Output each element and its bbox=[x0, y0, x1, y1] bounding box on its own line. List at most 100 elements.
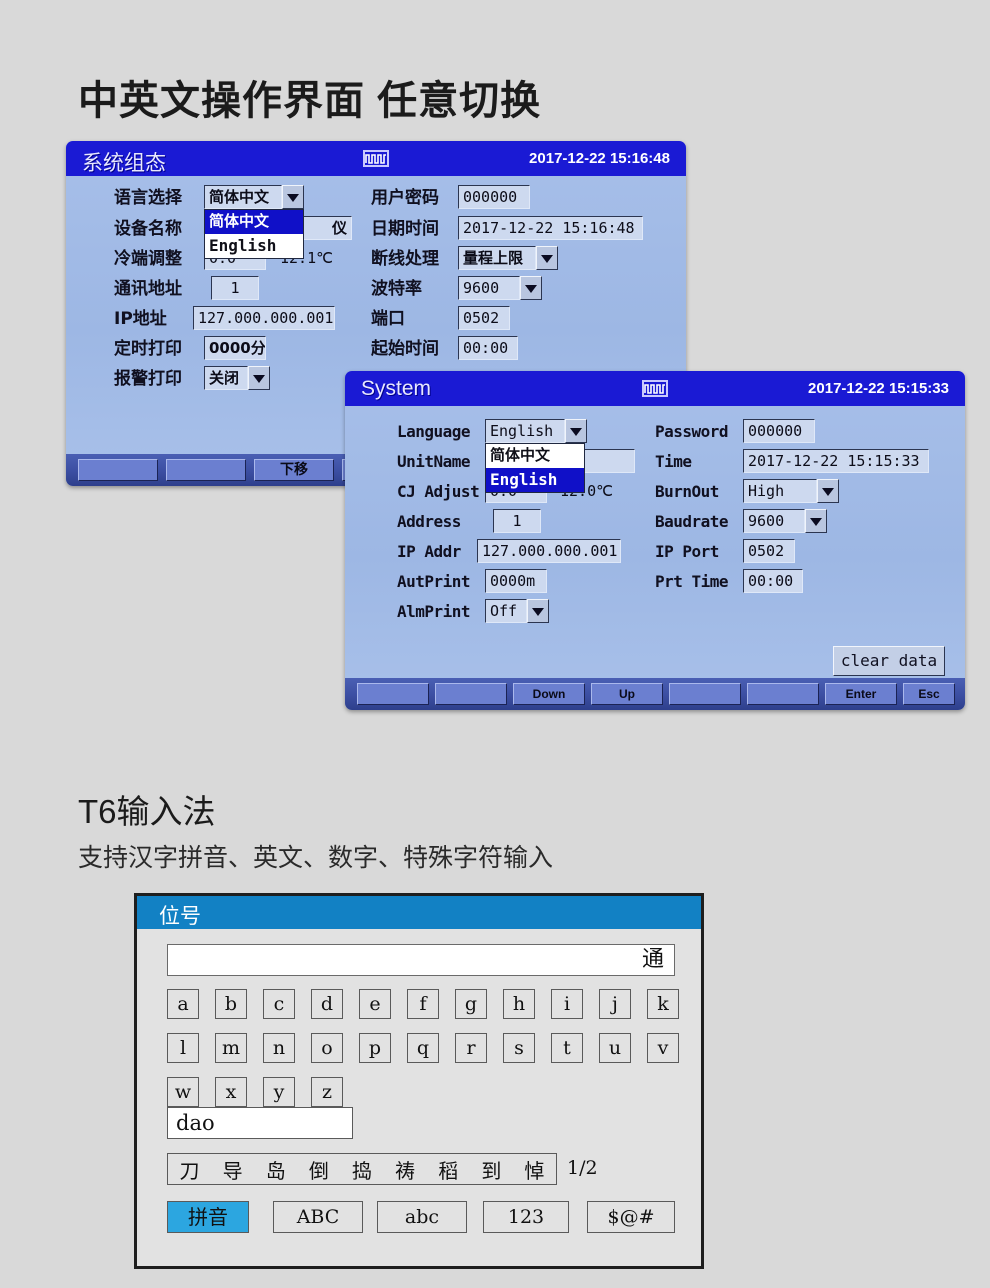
candidate-item[interactable]: 刀 bbox=[178, 1155, 202, 1184]
candidate-item[interactable]: 导 bbox=[221, 1155, 245, 1184]
combo-alarm-print-value: Off bbox=[485, 599, 527, 623]
softkey-blank-1[interactable] bbox=[357, 683, 429, 705]
key-e[interactable]: e bbox=[359, 989, 391, 1019]
softkey-blank-2[interactable] bbox=[166, 459, 246, 481]
label-print-time: Prt Time bbox=[655, 572, 729, 591]
key-c[interactable]: c bbox=[263, 989, 295, 1019]
field-password[interactable]: 000000 bbox=[743, 419, 815, 443]
ime-window: 位号 通 a b c d e f g h i j k l m n o p q r… bbox=[134, 893, 704, 1269]
dropdown-option[interactable]: 简体中文 bbox=[205, 210, 303, 234]
key-d[interactable]: d bbox=[311, 989, 343, 1019]
candidate-item[interactable]: 到 bbox=[479, 1155, 503, 1184]
combo-language-english[interactable]: English bbox=[485, 419, 587, 443]
chevron-down-icon[interactable] bbox=[527, 599, 549, 623]
field-address[interactable]: 1 bbox=[493, 509, 541, 533]
field-password[interactable]: 000000 bbox=[458, 185, 530, 209]
key-u[interactable]: u bbox=[599, 1033, 631, 1063]
combo-baudrate[interactable]: 9600 bbox=[458, 276, 542, 300]
field-ip-address[interactable]: 127.000.000.001 bbox=[193, 306, 335, 330]
candidate-item[interactable]: 倒 bbox=[307, 1155, 331, 1184]
combo-burnout[interactable]: High bbox=[743, 479, 839, 503]
combo-alarm-print[interactable]: Off bbox=[485, 599, 549, 623]
combo-language-chinese[interactable]: 简体中文 bbox=[204, 185, 304, 209]
field-datetime[interactable]: 2017-12-22 15:16:48 bbox=[458, 216, 643, 240]
dropdown-language-options-english[interactable]: 简体中文 English bbox=[485, 443, 585, 493]
clear-data-button[interactable]: clear data bbox=[833, 646, 945, 676]
mode-symbol-button[interactable]: $@# bbox=[587, 1201, 675, 1233]
field-address[interactable]: 1 bbox=[211, 276, 259, 300]
chevron-down-icon[interactable] bbox=[805, 509, 827, 533]
key-b[interactable]: b bbox=[215, 989, 247, 1019]
chevron-down-icon[interactable] bbox=[565, 419, 587, 443]
candidate-item[interactable]: 悼 bbox=[522, 1155, 546, 1184]
waveform-icon bbox=[363, 150, 389, 167]
field-auto-print[interactable]: 0000分 bbox=[204, 336, 266, 360]
mode-abc-lower-button[interactable]: abc bbox=[377, 1201, 467, 1233]
key-f[interactable]: f bbox=[407, 989, 439, 1019]
ime-display-field[interactable]: 通 bbox=[167, 944, 675, 976]
chevron-down-icon[interactable] bbox=[817, 479, 839, 503]
candidate-item[interactable]: 捣 bbox=[350, 1155, 374, 1184]
field-ip-port[interactable]: 0502 bbox=[743, 539, 795, 563]
softkey-esc[interactable]: Esc bbox=[903, 683, 955, 705]
mode-pinyin-button[interactable]: 拼音 bbox=[167, 1201, 249, 1233]
key-p[interactable]: p bbox=[359, 1033, 391, 1063]
label-language: Language bbox=[397, 422, 471, 441]
chevron-down-icon[interactable] bbox=[536, 246, 558, 270]
key-l[interactable]: l bbox=[167, 1033, 199, 1063]
key-j[interactable]: j bbox=[599, 989, 631, 1019]
chevron-down-icon[interactable] bbox=[282, 185, 304, 209]
combo-baudrate[interactable]: 9600 bbox=[743, 509, 827, 533]
dropdown-option[interactable]: English bbox=[486, 468, 584, 492]
field-ip-port[interactable]: 0502 bbox=[458, 306, 510, 330]
titlebar-clock: 2017-12-22 15:16:48 bbox=[529, 150, 670, 167]
key-v[interactable]: v bbox=[647, 1033, 679, 1063]
softkey-down[interactable]: 下移 bbox=[254, 459, 334, 481]
label-address: 通讯地址 bbox=[114, 279, 182, 299]
dropdown-option[interactable]: 简体中文 bbox=[486, 444, 584, 468]
chevron-down-icon[interactable] bbox=[248, 366, 270, 390]
candidate-item[interactable]: 祷 bbox=[393, 1155, 417, 1184]
dropdown-language-options-chinese[interactable]: 简体中文 English bbox=[204, 209, 304, 259]
key-t[interactable]: t bbox=[551, 1033, 583, 1063]
key-r[interactable]: r bbox=[455, 1033, 487, 1063]
chevron-down-icon[interactable] bbox=[520, 276, 542, 300]
pinyin-input[interactable]: dao bbox=[167, 1107, 353, 1139]
softkey-blank-3[interactable] bbox=[669, 683, 741, 705]
candidate-list[interactable]: 刀 导 岛 倒 捣 祷 稻 到 悼 bbox=[167, 1153, 557, 1185]
key-y[interactable]: y bbox=[263, 1077, 295, 1107]
field-auto-print[interactable]: 0000m bbox=[485, 569, 547, 593]
key-k[interactable]: k bbox=[647, 989, 679, 1019]
key-w[interactable]: w bbox=[167, 1077, 199, 1107]
key-n[interactable]: n bbox=[263, 1033, 295, 1063]
key-x[interactable]: x bbox=[215, 1077, 247, 1107]
combo-alarm-print[interactable]: 关闭 bbox=[204, 366, 270, 390]
key-s[interactable]: s bbox=[503, 1033, 535, 1063]
key-g[interactable]: g bbox=[455, 989, 487, 1019]
field-print-time[interactable]: 00:00 bbox=[743, 569, 803, 593]
mode-abc-upper-button[interactable]: ABC bbox=[273, 1201, 363, 1233]
key-a[interactable]: a bbox=[167, 989, 199, 1019]
key-m[interactable]: m bbox=[215, 1033, 247, 1063]
field-time[interactable]: 2017-12-22 15:15:33 bbox=[743, 449, 929, 473]
label-datetime: 日期时间 bbox=[371, 219, 439, 239]
softkey-blank-1[interactable] bbox=[78, 459, 158, 481]
field-ip-address[interactable]: 127.000.000.001 bbox=[477, 539, 621, 563]
key-z[interactable]: z bbox=[311, 1077, 343, 1107]
key-i[interactable]: i bbox=[551, 989, 583, 1019]
candidate-item[interactable]: 岛 bbox=[264, 1155, 288, 1184]
key-o[interactable]: o bbox=[311, 1033, 343, 1063]
mode-numeric-button[interactable]: 123 bbox=[483, 1201, 569, 1233]
softkey-down[interactable]: Down bbox=[513, 683, 585, 705]
key-h[interactable]: h bbox=[503, 989, 535, 1019]
softkey-enter[interactable]: Enter bbox=[825, 683, 897, 705]
combo-burnout[interactable]: 量程上限 bbox=[458, 246, 558, 270]
candidate-item[interactable]: 稻 bbox=[436, 1155, 460, 1184]
field-start-time[interactable]: 00:00 bbox=[458, 336, 518, 360]
key-q[interactable]: q bbox=[407, 1033, 439, 1063]
softkey-blank-2[interactable] bbox=[435, 683, 507, 705]
softkey-up[interactable]: Up bbox=[591, 683, 663, 705]
label-baudrate: 波特率 bbox=[371, 279, 422, 299]
softkey-blank-4[interactable] bbox=[747, 683, 819, 705]
dropdown-option[interactable]: English bbox=[205, 234, 303, 258]
